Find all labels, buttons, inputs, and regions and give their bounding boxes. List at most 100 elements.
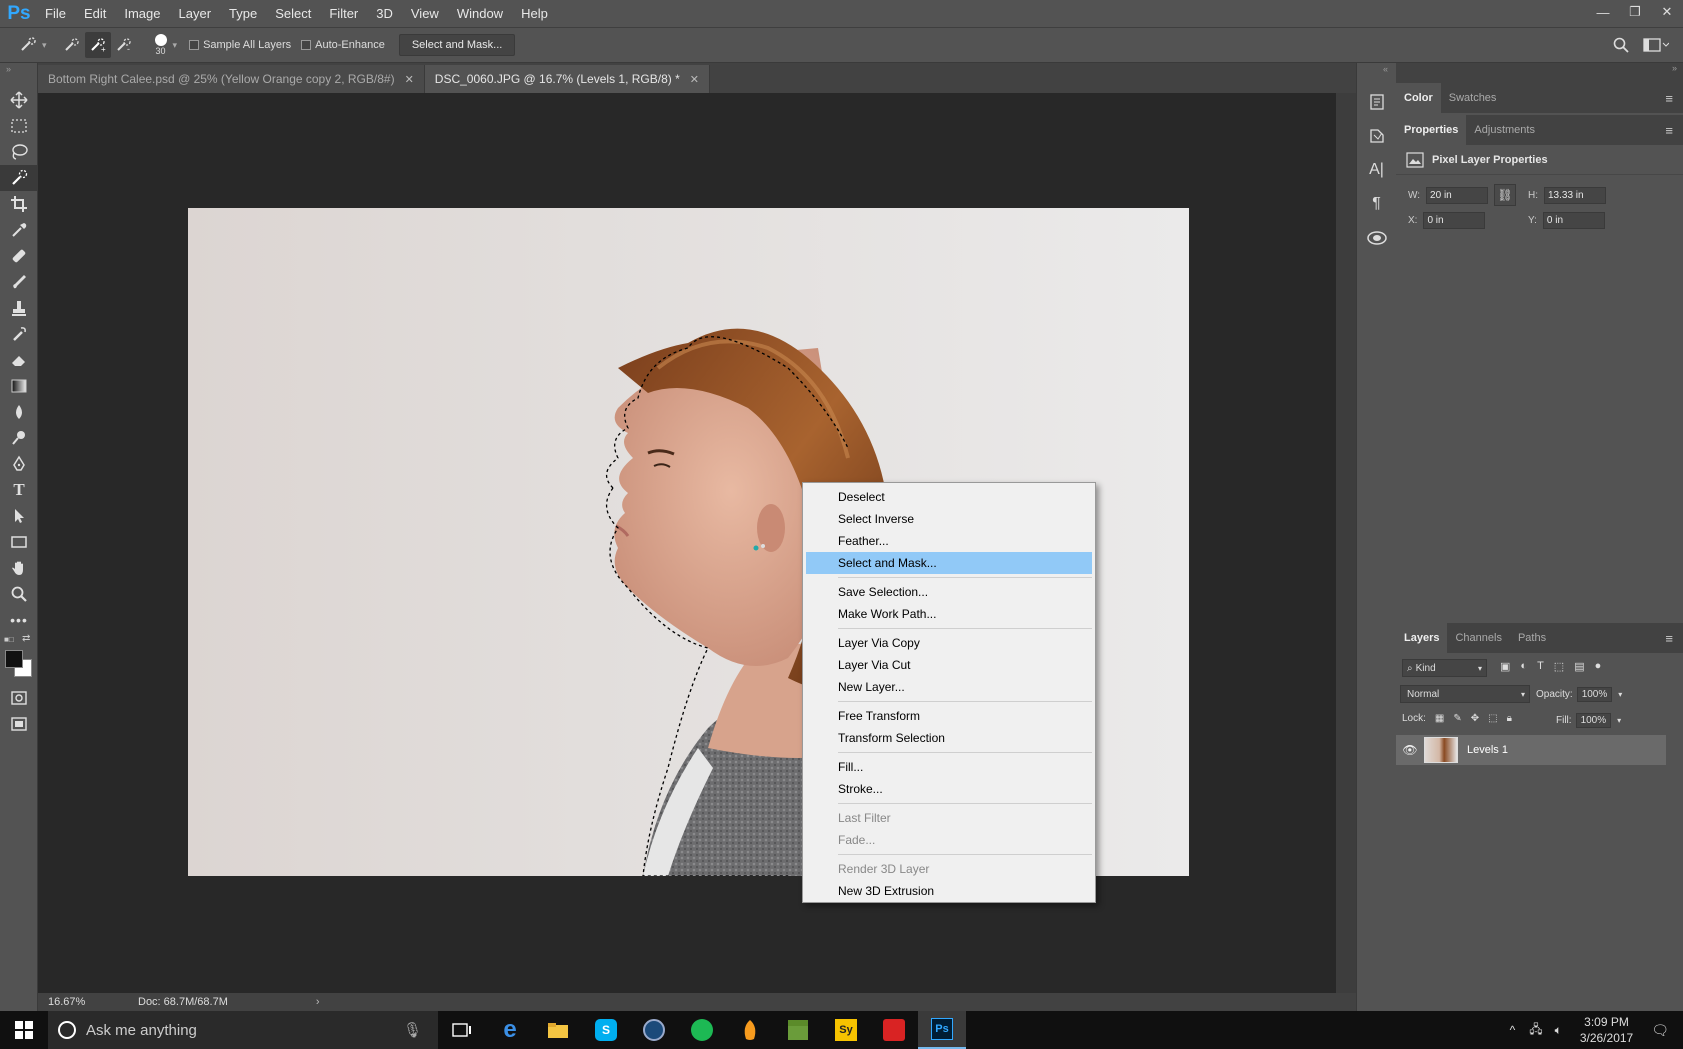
menu-item-select-inverse[interactable]: Select Inverse (806, 508, 1092, 530)
panel-collapse-icon[interactable]: » (0, 63, 37, 87)
layer-filter-select[interactable]: ⌕ Kind ▾ (1402, 659, 1487, 677)
fill-input[interactable]: 100% (1575, 713, 1612, 728)
menu-item-feather[interactable]: Feather... (806, 530, 1092, 552)
add-to-selection-icon[interactable]: + (84, 32, 111, 58)
character-panel-icon[interactable]: A| (1361, 155, 1393, 185)
lock-artboard-icon[interactable]: ⬚ (1488, 713, 1497, 724)
tab-bottom-right-calee[interactable]: Bottom Right Calee.psd @ 25% (Yellow Ora… (38, 65, 425, 93)
move-tool-icon[interactable] (0, 87, 38, 113)
subtract-from-selection-icon[interactable]: - (111, 32, 137, 58)
steam-icon[interactable] (630, 1011, 678, 1049)
menu-item-deselect[interactable]: Deselect (806, 486, 1092, 508)
height-input[interactable] (1544, 187, 1606, 204)
type-tool-icon[interactable]: T (0, 477, 38, 503)
menu-view[interactable]: View (402, 0, 448, 27)
menu-item-layer-via-cut[interactable]: Layer Via Cut (806, 654, 1092, 676)
panel-menu-icon[interactable]: ≡ (1665, 631, 1673, 646)
vertical-scrollbar[interactable] (1336, 93, 1356, 993)
edge-icon[interactable]: e (486, 1011, 534, 1049)
lock-transparent-pixels-icon[interactable]: ▦ (1435, 713, 1444, 724)
preset-dropdown-icon[interactable]: ▾ (42, 40, 47, 51)
opacity-input[interactable]: 100% (1576, 687, 1613, 702)
zoom-tool-icon[interactable] (0, 581, 38, 607)
menu-type[interactable]: Type (220, 0, 266, 27)
photoshop-taskbar-icon[interactable]: Ps (918, 1011, 966, 1049)
menu-item-fill[interactable]: Fill... (806, 756, 1092, 778)
spotify-icon[interactable] (678, 1011, 726, 1049)
cortana-search[interactable]: Ask me anything 🎙︎ (48, 1011, 438, 1049)
minecraft-icon[interactable] (774, 1011, 822, 1049)
close-tab-icon[interactable]: ✕ (690, 73, 699, 86)
status-menu-arrow-icon[interactable]: › (316, 996, 320, 1008)
menu-item-layer-via-copy[interactable]: Layer Via Copy (806, 632, 1092, 654)
panel-expand-icon[interactable]: « (1357, 63, 1396, 83)
history-brush-tool-icon[interactable] (0, 321, 38, 347)
quick-mask-icon[interactable] (0, 685, 38, 711)
menu-filter[interactable]: Filter (320, 0, 367, 27)
blur-tool-icon[interactable] (0, 399, 38, 425)
actions-panel-icon[interactable] (1361, 121, 1393, 151)
auto-enhance-checkbox[interactable]: Auto-Enhance (301, 39, 385, 51)
history-panel-icon[interactable] (1361, 87, 1393, 117)
creative-cloud-icon[interactable] (870, 1011, 918, 1049)
restore-icon[interactable]: ❐ (1619, 0, 1651, 24)
panel-menu-icon[interactable]: ≡ (1665, 91, 1673, 106)
tab-properties[interactable]: Properties (1396, 115, 1467, 145)
menu-item-make-work-path[interactable]: Make Work Path... (806, 603, 1092, 625)
zoom-level[interactable]: 16.67% (48, 996, 118, 1008)
pen-tool-icon[interactable] (0, 451, 38, 477)
lock-all-icon[interactable]: 🔒︎ (1507, 713, 1512, 724)
gradient-tool-icon[interactable] (0, 373, 38, 399)
close-icon[interactable]: ✕ (1651, 0, 1683, 24)
lock-position-icon[interactable]: ✥ (1471, 713, 1479, 724)
menu-window[interactable]: Window (448, 0, 512, 27)
eraser-tool-icon[interactable] (0, 347, 38, 373)
menu-item-select-and-mask[interactable]: Select and Mask... (806, 552, 1092, 574)
filter-pixel-icon[interactable]: ▣ (1500, 660, 1510, 673)
menu-item-save-selection[interactable]: Save Selection... (806, 581, 1092, 603)
clone-stamp-tool-icon[interactable] (0, 295, 38, 321)
tab-layers[interactable]: Layers (1396, 623, 1448, 653)
menu-item-stroke[interactable]: Stroke... (806, 778, 1092, 800)
quick-selection-preset-icon[interactable] (16, 32, 42, 58)
eye-visibility-icon[interactable]: 👁︎ (1396, 743, 1424, 757)
filter-adjustment-icon[interactable]: ◐ (1520, 660, 1527, 673)
tab-swatches[interactable]: Swatches (1441, 83, 1505, 113)
swap-colors-icon[interactable]: ⇄ (22, 633, 30, 644)
y-input[interactable] (1542, 212, 1605, 229)
filter-smart-object-icon[interactable]: ▤ (1574, 660, 1584, 673)
fl-studio-icon[interactable] (726, 1011, 774, 1049)
default-colors-icon[interactable]: ■□ (4, 635, 14, 644)
task-view-icon[interactable] (438, 1011, 486, 1049)
layer-name[interactable]: Levels 1 (1467, 744, 1508, 756)
menu-item-new-layer[interactable]: New Layer... (806, 676, 1092, 698)
menu-image[interactable]: Image (115, 0, 169, 27)
eyedropper-tool-icon[interactable] (0, 217, 38, 243)
filter-shape-icon[interactable]: ⬚ (1554, 660, 1564, 673)
select-and-mask-button[interactable]: Select and Mask... (398, 34, 516, 56)
tab-channels[interactable]: Channels (1447, 623, 1509, 653)
width-input[interactable] (1426, 187, 1489, 204)
panel-menu-icon[interactable]: ≡ (1665, 123, 1673, 138)
libraries-panel-icon[interactable] (1361, 223, 1393, 253)
quick-selection-tool-icon[interactable] (0, 165, 38, 191)
paragraph-panel-icon[interactable]: ¶ (1361, 189, 1393, 219)
menu-layer[interactable]: Layer (170, 0, 221, 27)
skype-icon[interactable]: S (582, 1011, 630, 1049)
more-tools-icon[interactable]: ••• (0, 607, 38, 633)
brush-size-picker[interactable]: 30 (153, 34, 169, 56)
menu-help[interactable]: Help (512, 0, 557, 27)
menu-3d[interactable]: 3D (367, 0, 402, 27)
x-input[interactable] (1423, 212, 1486, 229)
path-selection-tool-icon[interactable] (0, 503, 38, 529)
new-selection-icon[interactable] (59, 32, 85, 58)
fill-dropdown-icon[interactable]: ▾ (1617, 716, 1621, 725)
network-icon[interactable]: 🖧︎ (1529, 1020, 1542, 1041)
tab-dsc-0060[interactable]: DSC_0060.JPG @ 16.7% (Levels 1, RGB/8) *… (424, 65, 710, 93)
minimize-icon[interactable]: — (1587, 0, 1619, 24)
menu-edit[interactable]: Edit (75, 0, 115, 27)
menu-item-free-transform[interactable]: Free Transform (806, 705, 1092, 727)
brush-tool-icon[interactable] (0, 269, 38, 295)
workspace-switcher-icon[interactable] (1643, 38, 1669, 52)
menu-item-transform-selection[interactable]: Transform Selection (806, 727, 1092, 749)
